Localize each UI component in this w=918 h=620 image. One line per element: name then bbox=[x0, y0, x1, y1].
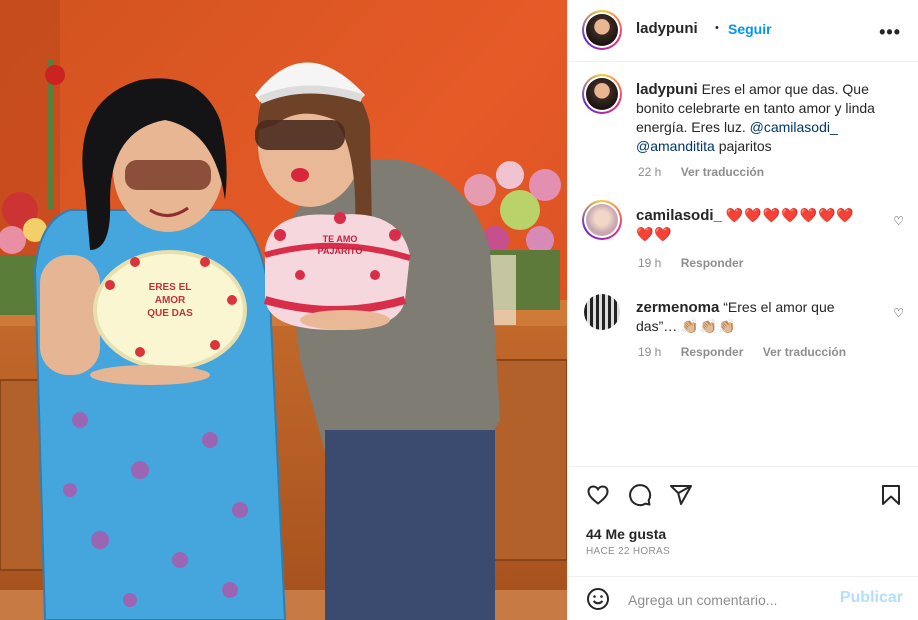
caption-translate[interactable]: Ver traducción bbox=[681, 165, 764, 179]
svg-text:TE AMO: TE AMO bbox=[323, 234, 358, 244]
follow-button[interactable]: Seguir bbox=[728, 21, 772, 37]
comment: camilasodi_ ❤️❤️❤️❤️❤️❤️❤️❤️❤️ bbox=[636, 206, 871, 244]
svg-text:PAJARITO: PAJARITO bbox=[318, 246, 363, 256]
cake-right: TE AMO PAJARITO bbox=[263, 212, 411, 330]
post-photo[interactable]: ERES EL AMOR QUE DAS TE AMO PAJARITO bbox=[0, 0, 567, 620]
author-avatar[interactable] bbox=[582, 10, 622, 50]
caption-meta: 22 h Ver traducción bbox=[638, 165, 780, 179]
comment-translate[interactable]: Ver traducción bbox=[763, 345, 846, 359]
action-bar bbox=[568, 466, 918, 526]
mention-camilasodi[interactable]: @camilasodi_ bbox=[750, 119, 838, 135]
author-username[interactable]: ladypuni bbox=[636, 20, 698, 37]
caption: ladypuni Eres el amor que das. Que bonit… bbox=[636, 80, 896, 156]
paper-plane-icon[interactable] bbox=[669, 483, 693, 507]
smiley-icon[interactable] bbox=[586, 587, 610, 611]
like-comment-icon[interactable]: ♡ bbox=[893, 214, 904, 228]
caption-username[interactable]: ladypuni bbox=[636, 81, 698, 98]
post-header: ladypuni • Seguir ••• bbox=[568, 0, 918, 62]
commenter-avatar[interactable] bbox=[582, 200, 622, 240]
mention-amanditita[interactable]: @amanditita bbox=[636, 138, 715, 154]
svg-text:QUE DAS: QUE DAS bbox=[147, 308, 193, 319]
svg-text:ERES EL: ERES EL bbox=[149, 282, 192, 293]
separator-dot: • bbox=[715, 22, 719, 34]
reply-button[interactable]: Responder bbox=[681, 345, 744, 359]
bookmark-icon[interactable] bbox=[879, 483, 903, 507]
caption-avatar[interactable] bbox=[582, 74, 622, 114]
comment-composer: Agrega un comentario... Publicar bbox=[568, 576, 918, 620]
post-details-panel: ladypuni • Seguir ••• ladypuni Eres el a… bbox=[567, 0, 918, 620]
commenter-avatar[interactable] bbox=[584, 294, 620, 330]
photo-illustration: ERES EL AMOR QUE DAS TE AMO PAJARITO bbox=[0, 0, 567, 620]
comment-username[interactable]: zermenoma bbox=[636, 299, 719, 316]
comment-icon[interactable] bbox=[628, 483, 652, 507]
clap-emoji: 👏🏼👏🏼👏🏼 bbox=[681, 318, 737, 334]
comment-time[interactable]: 19 h bbox=[638, 256, 661, 270]
more-options-icon[interactable]: ••• bbox=[879, 22, 901, 43]
comment-meta: 19 h Responder bbox=[638, 256, 759, 270]
comment-input[interactable]: Agrega un comentario... bbox=[628, 592, 777, 608]
likes-count[interactable]: 44 Me gusta bbox=[586, 526, 666, 542]
reply-button[interactable]: Responder bbox=[681, 256, 744, 270]
like-comment-icon[interactable]: ♡ bbox=[893, 306, 904, 320]
caption-tail: pajaritos bbox=[718, 138, 772, 154]
svg-text:AMOR: AMOR bbox=[155, 295, 186, 306]
heart-icon[interactable] bbox=[586, 483, 610, 507]
caption-time[interactable]: 22 h bbox=[638, 165, 661, 179]
instagram-post: ERES EL AMOR QUE DAS TE AMO PAJARITO lad… bbox=[0, 0, 918, 620]
comment: zermenoma “Eres el amor que das”… 👏🏼👏🏼👏🏼 bbox=[636, 298, 871, 336]
comment-username[interactable]: camilasodi_ bbox=[636, 207, 722, 224]
comment-time[interactable]: 19 h bbox=[638, 345, 661, 359]
post-age: HACE 22 HORAS bbox=[586, 546, 670, 557]
publish-button[interactable]: Publicar bbox=[840, 589, 903, 607]
comment-meta: 19 h Responder Ver traducción bbox=[638, 345, 862, 359]
